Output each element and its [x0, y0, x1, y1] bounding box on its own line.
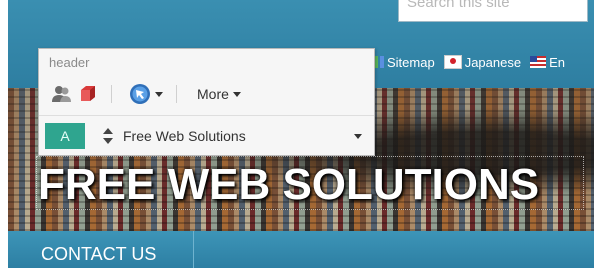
japanese-link[interactable]: Japanese [443, 54, 522, 70]
navigate-dropdown[interactable] [126, 82, 166, 106]
style-name: Free Web Solutions [123, 128, 246, 144]
style-selector[interactable]: A Free Web Solutions [45, 123, 370, 149]
us-flag-icon [530, 56, 547, 68]
cube-icon [81, 86, 95, 101]
users-button[interactable] [49, 82, 75, 106]
sitemap-label: Sitemap [387, 54, 435, 70]
toolbar-divider [176, 85, 177, 103]
panel-divider [39, 115, 374, 116]
toolbar-divider [111, 85, 112, 103]
top-links: Sitemap Japanese En [368, 50, 569, 74]
more-menu-button[interactable]: More [191, 82, 241, 106]
panel-title: header [49, 55, 90, 70]
japan-flag-icon [443, 55, 462, 69]
header-edit-panel: header More A Free Web Solutions [38, 48, 375, 156]
chevron-down-icon[interactable] [354, 133, 362, 139]
navigate-icon [130, 84, 150, 104]
updown-arrows-icon[interactable] [101, 123, 115, 149]
panel-toolbar: More [49, 82, 241, 106]
users-icon [52, 86, 71, 102]
sitemap-link[interactable]: Sitemap [368, 55, 435, 70]
nav-item-contact[interactable]: CONTACT US [8, 231, 194, 268]
japanese-label: Japanese [464, 54, 522, 70]
style-swatch: A [45, 123, 85, 149]
more-label: More [197, 86, 229, 102]
hero-title[interactable]: FREE WEB SOLUTIONS [38, 160, 539, 210]
main-nav: CONTACT US [8, 231, 594, 268]
chevron-down-icon [155, 91, 163, 97]
search-input[interactable]: Search this site [398, 0, 588, 22]
component-button[interactable] [75, 82, 101, 106]
english-link[interactable]: En [530, 55, 565, 70]
english-label: En [549, 54, 565, 70]
chevron-down-icon [232, 91, 241, 97]
